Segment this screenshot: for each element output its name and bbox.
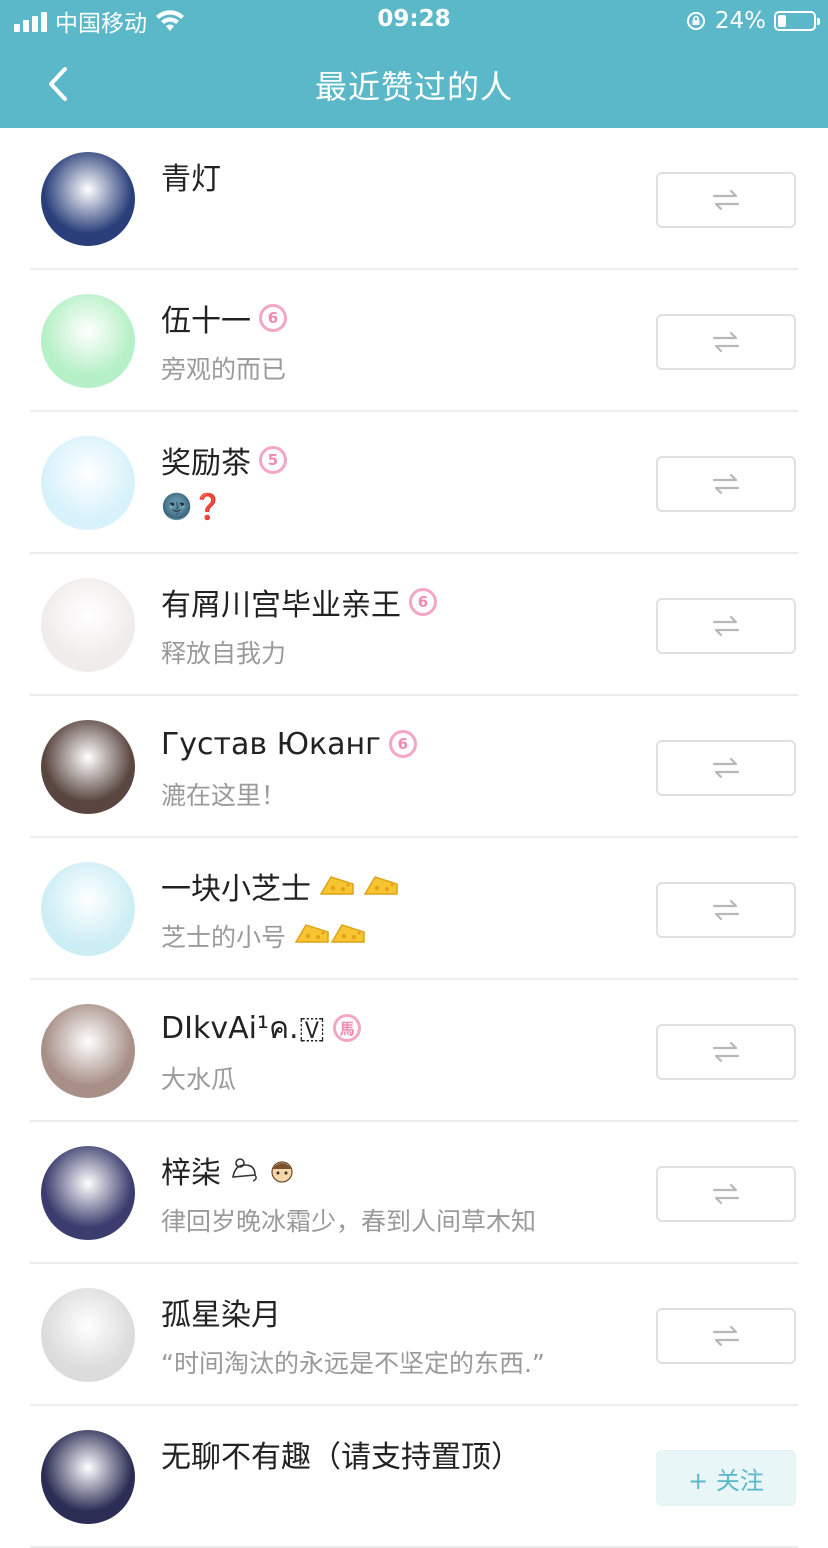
follow-label: + 关注 <box>688 1466 764 1495</box>
level-badge-icon: 6 <box>388 730 417 758</box>
avatar[interactable] <box>41 294 135 388</box>
cheese-icon <box>319 876 354 895</box>
liked-users-list: 青灯伍十一 6 旁观的而已奖励茶 5 🌚❓ 有屑川宫毕业亲王 6 释放自我力 Густав Юк… <box>0 128 828 1548</box>
battery-icon <box>774 11 820 31</box>
user-name: 青灯 <box>161 162 221 197</box>
user-row[interactable]: DIkvAi¹ค.🇻 馬大水瓜 <box>0 980 828 1122</box>
user-name-line: 孤星染月 <box>161 1292 281 1333</box>
mutual-follow-icon <box>712 615 740 637</box>
user-name: 伍十一 <box>161 304 251 339</box>
battery-percent: 24% <box>714 8 766 34</box>
user-row[interactable]: 有屑川宫毕业亲王 6 释放自我力 <box>0 554 828 696</box>
user-signature: 旁观的而已 <box>161 350 286 386</box>
user-row[interactable]: 梓柒律回岁晚冰霜少，春到人间草木知 <box>0 1122 828 1264</box>
mutual-follow-icon <box>712 757 740 779</box>
user-signature: 释放自我力 <box>161 634 286 670</box>
level-badge-icon: 6 <box>409 588 437 616</box>
mutual-follow-button[interactable] <box>656 172 796 228</box>
user-name-line: 伍十一 6 <box>161 298 287 339</box>
app-header: 中国移动 09:28 24% 最近赞过的人 <box>0 0 828 128</box>
avatar[interactable] <box>41 720 135 814</box>
user-name: 一块小芝士 <box>161 872 311 907</box>
user-signature-text: 🌚❓ <box>161 492 224 521</box>
user-name: 孤星染月 <box>161 1298 281 1333</box>
mutual-follow-button[interactable] <box>656 1308 796 1364</box>
follow-button[interactable]: + 关注 <box>656 1450 796 1506</box>
mutual-follow-icon <box>712 473 740 495</box>
mutual-follow-button[interactable] <box>656 1166 796 1222</box>
status-right: 24% <box>685 6 820 36</box>
avatar[interactable] <box>41 578 135 672</box>
mutual-follow-button[interactable] <box>656 740 796 796</box>
avatar[interactable] <box>41 436 135 530</box>
mutual-follow-button[interactable] <box>656 314 796 370</box>
level-badge-icon: 5 <box>259 446 287 474</box>
user-name-line: 有屑川宫毕业亲王 6 <box>161 582 437 623</box>
mutual-follow-button[interactable] <box>656 598 796 654</box>
user-row[interactable]: Густав Юканг 6 漉在这里！ <box>0 696 828 838</box>
user-name-line: 无聊不有趣（请支持置顶） <box>161 1434 521 1475</box>
mutual-follow-button[interactable] <box>656 1024 796 1080</box>
user-name-line: 一块小芝士 <box>161 866 399 907</box>
user-name-line: Густав Юканг 6 <box>161 724 417 764</box>
user-signature-text: 芝士的小号 <box>161 923 287 952</box>
user-signature: “时间淘汰的永远是不坚定的东西.” <box>161 1344 545 1380</box>
user-row[interactable]: 青灯 <box>0 128 828 270</box>
user-name: DIkvAi¹ค.🇻 <box>161 1010 326 1046</box>
user-signature-text: 释放自我力 <box>161 639 287 668</box>
user-name: Густав Юканг <box>161 726 381 762</box>
mutual-follow-icon <box>712 331 740 353</box>
user-row[interactable]: 孤星染月 “时间淘汰的永远是不坚定的东西.” <box>0 1264 828 1406</box>
mutual-follow-icon <box>712 899 740 921</box>
user-signature-text: 旁观的而已 <box>161 355 287 384</box>
user-name-line: 奖励茶 5 <box>161 440 287 481</box>
nav-bar: 最近赞过的人 <box>0 42 828 128</box>
cheese-icon <box>363 876 398 895</box>
user-row[interactable]: 奖励茶 5 🌚❓ <box>0 412 828 554</box>
status-bar: 中国移动 09:28 24% <box>0 0 828 42</box>
user-name: 有屑川宫毕业亲王 <box>161 588 401 623</box>
user-name: 无聊不有趣（请支持置顶） <box>161 1440 521 1475</box>
user-signature-text: “时间淘汰的永远是不坚定的东西.” <box>161 1349 545 1378</box>
user-signature: 芝士的小号 <box>161 918 366 954</box>
user-signature: 律回岁晚冰霜少，春到人间草木知 <box>161 1202 536 1238</box>
avatar[interactable] <box>41 152 135 246</box>
rotation-lock-icon <box>686 12 705 30</box>
user-row[interactable]: 伍十一 6 旁观的而已 <box>0 270 828 412</box>
avatar[interactable] <box>41 1146 135 1240</box>
battery-fill <box>778 15 786 27</box>
face-icon <box>271 1161 293 1183</box>
mutual-follow-button[interactable] <box>656 882 796 938</box>
user-name: 梓柒 <box>161 1156 221 1191</box>
mutual-follow-button[interactable] <box>656 456 796 512</box>
user-signature: 大水瓜 <box>161 1060 236 1096</box>
user-name: 奖励茶 <box>161 446 251 481</box>
mutual-follow-icon <box>712 1183 740 1205</box>
user-signature-text: 大水瓜 <box>161 1065 237 1094</box>
mouse-icon <box>232 1158 257 1182</box>
mutual-follow-icon <box>712 189 740 211</box>
mutual-follow-icon <box>712 1041 740 1063</box>
user-signature: 🌚❓ <box>161 492 223 522</box>
user-row[interactable]: 一块小芝士芝士的小号 <box>0 838 828 980</box>
user-name-line: DIkvAi¹ค.🇻 馬 <box>161 1008 362 1048</box>
user-row[interactable]: 无聊不有趣（请支持置顶） + 关注 <box>0 1406 828 1548</box>
avatar[interactable] <box>41 862 135 956</box>
page-title: 最近赞过的人 <box>314 68 513 106</box>
user-name-line: 梓柒 <box>161 1150 297 1191</box>
avatar[interactable] <box>41 1288 135 1382</box>
user-signature-text: 漉在这里！ <box>161 781 287 810</box>
user-signature: 漉在这里！ <box>161 776 286 812</box>
cheese-icon <box>330 924 365 943</box>
cheese-icon <box>294 924 329 943</box>
mutual-follow-icon <box>712 1325 740 1347</box>
avatar[interactable] <box>41 1430 135 1524</box>
avatar[interactable] <box>41 1004 135 1098</box>
level-badge-icon: 6 <box>259 304 287 332</box>
user-signature-text: 律回岁晚冰霜少，春到人间草木知 <box>161 1207 537 1236</box>
user-name-line: 青灯 <box>161 156 221 197</box>
level-badge-icon: 馬 <box>333 1014 362 1042</box>
